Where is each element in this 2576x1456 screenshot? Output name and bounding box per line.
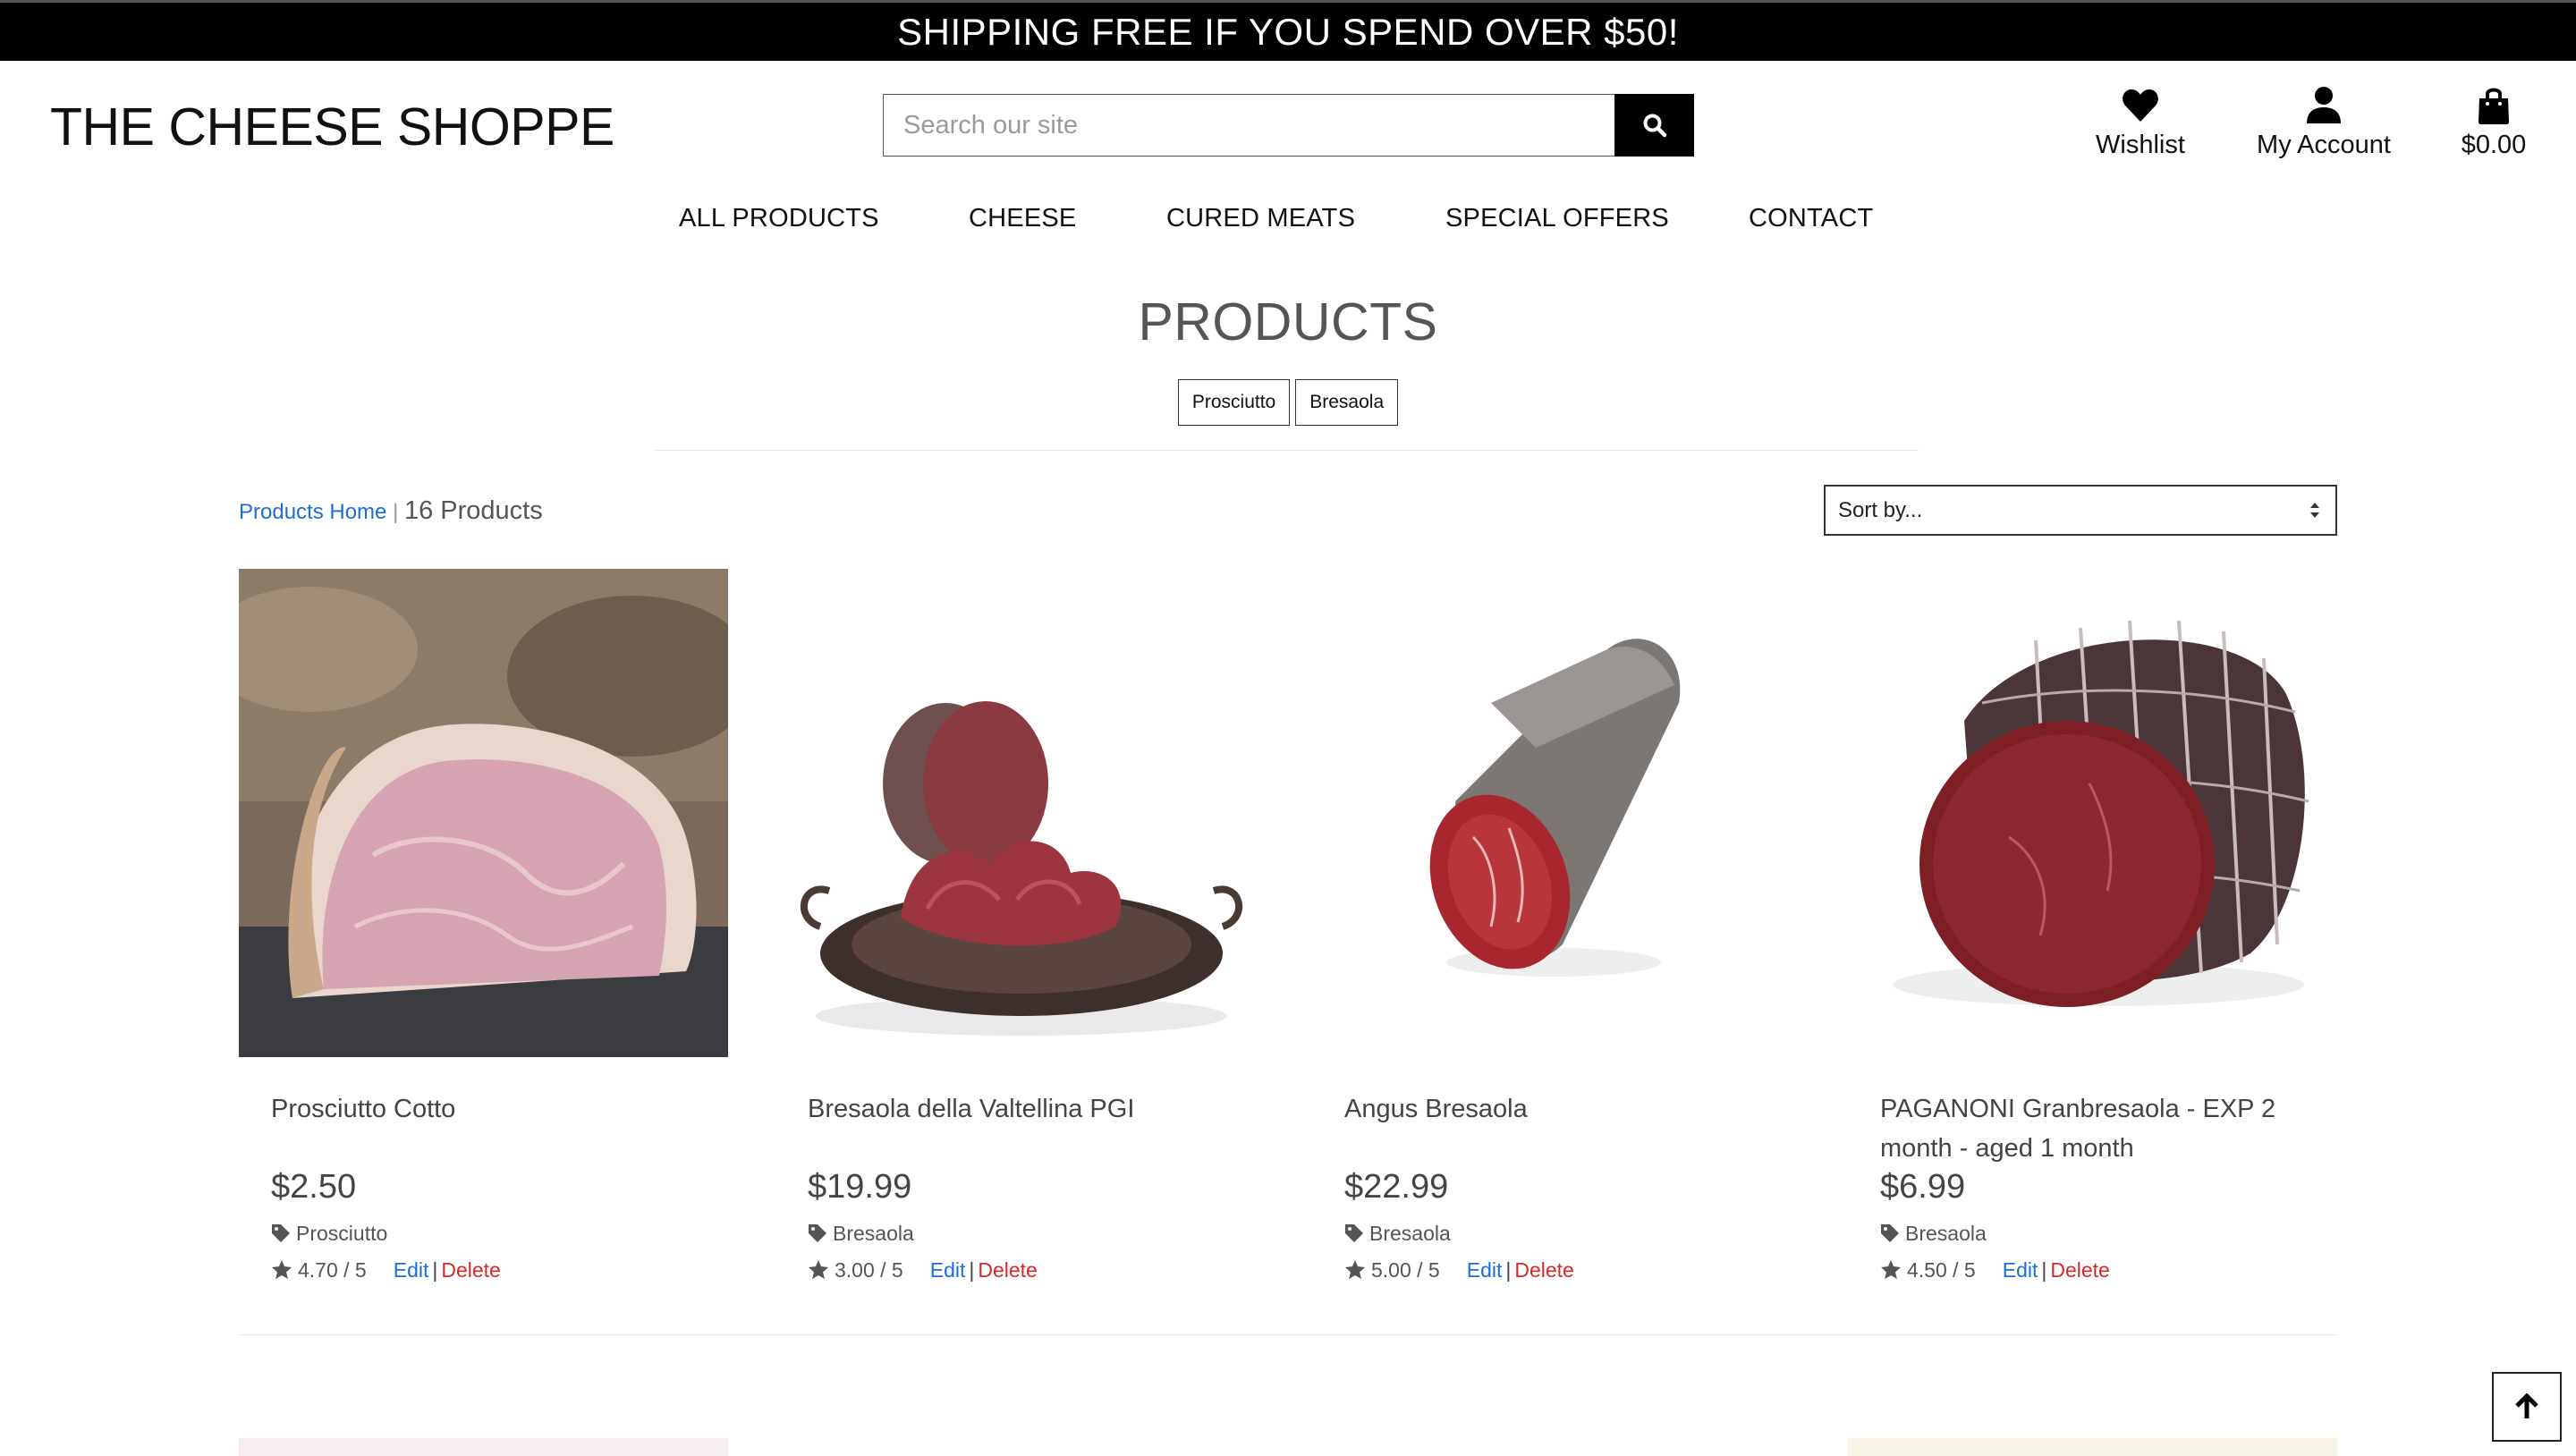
separator: | bbox=[2041, 1258, 2047, 1282]
product-rating: 4.70 / 5 Edit | Delete bbox=[271, 1258, 501, 1282]
product-rating: 4.50 / 5 Edit | Delete bbox=[1880, 1258, 2110, 1282]
rating-value: 3.00 / 5 bbox=[835, 1258, 903, 1282]
nav-special-offers[interactable]: SPECIAL OFFERS bbox=[1445, 204, 1669, 233]
product-rating: 5.00 / 5 Edit | Delete bbox=[1344, 1258, 1574, 1282]
product-card: Angus Bresaola $22.99 Bresaola 5.00 / 5 E… bbox=[1312, 569, 1801, 1282]
nav-cured-meats[interactable]: CURED MEATS bbox=[1166, 204, 1355, 233]
sort-updown-icon bbox=[2309, 487, 2321, 553]
delete-link[interactable]: Delete bbox=[2050, 1258, 2109, 1282]
main-nav: ALL PRODUCTS CHEESE CURED MEATS SPECIAL … bbox=[0, 204, 2576, 240]
product-category-label: Bresaola bbox=[1369, 1222, 1451, 1245]
page-title: PRODUCTS bbox=[1138, 292, 1438, 351]
separator: | bbox=[969, 1258, 975, 1282]
product-name[interactable]: Angus Bresaola bbox=[1344, 1089, 1774, 1129]
product-name[interactable]: Prosciutto Cotto bbox=[271, 1089, 700, 1129]
delete-link[interactable]: Delete bbox=[441, 1258, 500, 1282]
product-name[interactable]: Bresaola della Valtellina PGI bbox=[808, 1089, 1237, 1129]
my-account-label: My Account bbox=[2257, 131, 2391, 159]
product-price: $19.99 bbox=[808, 1168, 912, 1206]
rating-value: 4.50 / 5 bbox=[1907, 1258, 1976, 1282]
search-input[interactable] bbox=[883, 94, 1616, 157]
edit-link[interactable]: Edit bbox=[1467, 1258, 1503, 1282]
product-image[interactable] bbox=[239, 1438, 728, 1456]
wishlist-label: Wishlist bbox=[2096, 131, 2185, 159]
product-image[interactable] bbox=[775, 569, 1265, 1057]
search-button[interactable] bbox=[1614, 94, 1694, 157]
product-image[interactable] bbox=[1848, 569, 2337, 1057]
separator: | bbox=[1505, 1258, 1512, 1282]
product-card: PAGANONI Granbresaola - EXP 2 month - ag… bbox=[1848, 569, 2337, 1282]
shipping-banner: SHIPPING FREE IF YOU SPEND OVER $50! bbox=[0, 0, 2576, 61]
rating-value: 5.00 / 5 bbox=[1371, 1258, 1440, 1282]
search-form bbox=[883, 94, 1694, 157]
product-image[interactable] bbox=[239, 569, 728, 1057]
product-card: Prosciutto Cotto $2.50 Prosciutto 4.70 /… bbox=[239, 569, 728, 1282]
user-icon bbox=[2307, 87, 2341, 123]
product-image[interactable] bbox=[1312, 569, 1801, 1057]
nav-all-products[interactable]: ALL PRODUCTS bbox=[679, 204, 879, 233]
sort-select[interactable]: Sort by... bbox=[1824, 485, 2337, 536]
rating-value: 4.70 / 5 bbox=[298, 1258, 367, 1282]
product-category[interactable]: Bresaola bbox=[1880, 1222, 1987, 1246]
product-rating: 3.00 / 5 Edit | Delete bbox=[808, 1258, 1038, 1282]
delete-link[interactable]: Delete bbox=[1514, 1258, 1573, 1282]
site-logo[interactable]: THE CHEESE SHOPPE bbox=[50, 97, 614, 157]
product-category-label: Bresaola bbox=[1905, 1222, 1987, 1245]
delete-link[interactable]: Delete bbox=[978, 1258, 1037, 1282]
product-category-label: Prosciutto bbox=[296, 1222, 388, 1245]
category-tag-prosciutto[interactable]: Prosciutto bbox=[1177, 379, 1291, 426]
products-home-link[interactable]: Products Home bbox=[239, 500, 386, 524]
separator: | bbox=[432, 1258, 438, 1282]
divider bbox=[656, 450, 1919, 451]
tag-icon bbox=[809, 1224, 826, 1242]
search-icon bbox=[1643, 114, 1666, 138]
tag-icon bbox=[272, 1224, 290, 1242]
cart-total: $0.00 bbox=[2461, 131, 2527, 159]
tag-icon bbox=[1881, 1224, 1899, 1242]
star-icon bbox=[809, 1260, 828, 1279]
edit-link[interactable]: Edit bbox=[2003, 1258, 2038, 1282]
product-price: $6.99 bbox=[1880, 1168, 1966, 1206]
product-category[interactable]: Prosciutto bbox=[271, 1222, 387, 1246]
heart-icon bbox=[2123, 89, 2158, 122]
nav-contact[interactable]: CONTACT bbox=[1749, 204, 1873, 233]
product-category[interactable]: Bresaola bbox=[1344, 1222, 1451, 1246]
shopping-bag-icon bbox=[2479, 88, 2509, 124]
star-icon bbox=[1345, 1260, 1365, 1279]
cart-link[interactable]: $0.00 bbox=[2454, 86, 2533, 160]
category-tags: Prosciutto Bresaola bbox=[0, 379, 2576, 426]
breadcrumb-separator: | bbox=[386, 500, 404, 524]
nav-cheese[interactable]: CHEESE bbox=[969, 204, 1076, 233]
product-count: 16 Products bbox=[403, 496, 543, 525]
product-category-label: Bresaola bbox=[833, 1222, 914, 1245]
product-price: $2.50 bbox=[271, 1168, 357, 1206]
product-card: Bresaola della Valtellina PGI $19.99 Bre… bbox=[775, 569, 1265, 1282]
edit-link[interactable]: Edit bbox=[394, 1258, 429, 1282]
star-icon bbox=[272, 1260, 292, 1279]
tag-icon bbox=[1345, 1224, 1363, 1242]
my-account-link[interactable]: My Account bbox=[2252, 86, 2395, 160]
divider bbox=[239, 1334, 2337, 1335]
product-price: $22.99 bbox=[1344, 1168, 1449, 1206]
product-name[interactable]: PAGANONI Granbresaola - EXP 2 month - ag… bbox=[1880, 1089, 2309, 1168]
product-image[interactable] bbox=[1848, 1438, 2337, 1456]
wishlist-link[interactable]: Wishlist bbox=[2091, 86, 2190, 160]
back-to-top-button[interactable] bbox=[2492, 1372, 2562, 1442]
breadcrumb: Products Home | 16 Products bbox=[239, 496, 543, 526]
edit-link[interactable]: Edit bbox=[930, 1258, 966, 1282]
arrow-up-icon bbox=[2515, 1393, 2538, 1418]
sort-value: Sort by... bbox=[1838, 498, 1923, 522]
category-tag-bresaola[interactable]: Bresaola bbox=[1295, 379, 1399, 426]
star-icon bbox=[1881, 1260, 1901, 1279]
product-category[interactable]: Bresaola bbox=[808, 1222, 914, 1246]
